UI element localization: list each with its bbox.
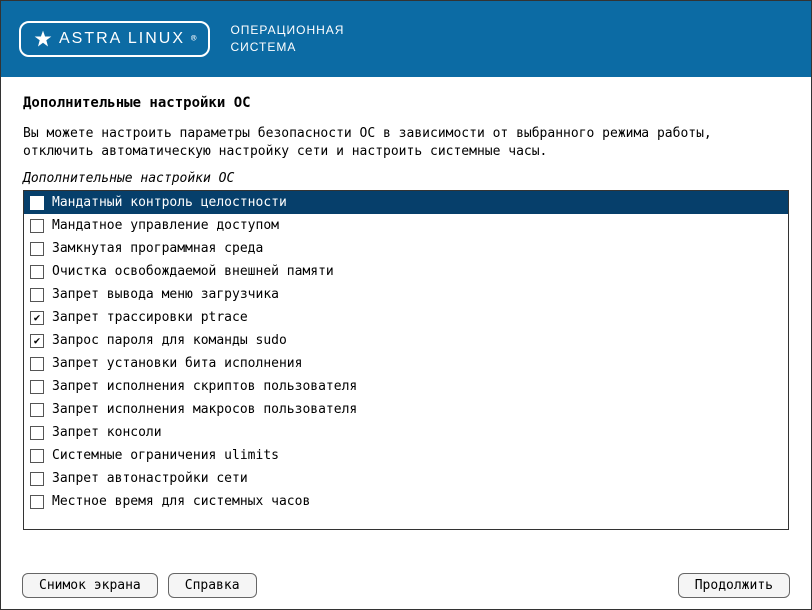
checkbox-icon[interactable] (30, 472, 44, 486)
option-label: Местное время для системных часов (52, 494, 310, 509)
options-list: Мандатный контроль целостности Мандатное … (23, 190, 789, 530)
registered-icon: ® (191, 34, 196, 44)
installer-header: ASTRA LINUX ® ОПЕРАЦИОННАЯ СИСТЕМА (1, 1, 811, 77)
screenshot-button[interactable]: Снимок экрана (22, 573, 158, 598)
section-label: Дополнительные настройки ОС (23, 171, 789, 186)
help-button[interactable]: Справка (168, 573, 257, 598)
logo: ASTRA LINUX ® (19, 21, 210, 57)
option-row[interactable]: Запрет установки бита исполнения (24, 352, 788, 375)
option-label: Запрет трассировки ptrace (52, 310, 248, 325)
option-row[interactable]: Запрет трассировки ptrace (24, 306, 788, 329)
option-row[interactable]: Запрос пароля для команды sudo (24, 329, 788, 352)
checkbox-icon[interactable] (30, 495, 44, 509)
logo-text: ASTRA LINUX (59, 30, 185, 48)
option-label: Системные ограничения ulimits (52, 448, 279, 463)
checkbox-icon[interactable] (30, 449, 44, 463)
page-description: Вы можете настроить параметры безопаснос… (23, 125, 789, 161)
checkbox-icon[interactable] (30, 426, 44, 440)
checkbox-icon[interactable] (30, 196, 44, 210)
option-row[interactable]: Запрет исполнения скриптов пользователя (24, 375, 788, 398)
checkbox-icon[interactable] (30, 311, 44, 325)
option-row[interactable]: Замкнутая программная среда (24, 237, 788, 260)
option-row[interactable]: Запрет вывода меню загрузчика (24, 283, 788, 306)
checkbox-icon[interactable] (30, 242, 44, 256)
option-label: Мандатное управление доступом (52, 218, 279, 233)
checkbox-icon[interactable] (30, 380, 44, 394)
option-row[interactable]: Мандатный контроль целостности (24, 191, 788, 214)
header-title-line1: ОПЕРАЦИОННАЯ (230, 22, 344, 39)
footer: Снимок экрана Справка Продолжить (0, 560, 812, 610)
option-row[interactable]: Запрет консоли (24, 421, 788, 444)
option-label: Запрос пароля для команды sudo (52, 333, 287, 348)
option-label: Запрет установки бита исполнения (52, 356, 302, 371)
checkbox-icon[interactable] (30, 334, 44, 348)
option-label: Запрет вывода меню загрузчика (52, 287, 279, 302)
option-row[interactable]: Системные ограничения ulimits (24, 444, 788, 467)
continue-button[interactable]: Продолжить (678, 573, 790, 598)
checkbox-icon[interactable] (30, 219, 44, 233)
option-row[interactable]: Местное время для системных часов (24, 490, 788, 513)
option-label: Запрет автонастройки сети (52, 471, 248, 486)
header-title-line2: СИСТЕМА (230, 39, 344, 56)
option-label: Мандатный контроль целостности (52, 195, 287, 210)
checkbox-icon[interactable] (30, 265, 44, 279)
option-label: Запрет консоли (52, 425, 162, 440)
option-label: Запрет исполнения макросов пользователя (52, 402, 357, 417)
option-label: Замкнутая программная среда (52, 241, 263, 256)
checkbox-icon[interactable] (30, 288, 44, 302)
checkbox-icon[interactable] (30, 403, 44, 417)
option-row[interactable]: Мандатное управление доступом (24, 214, 788, 237)
option-row[interactable]: Очистка освобождаемой внешней памяти (24, 260, 788, 283)
option-row[interactable]: Запрет исполнения макросов пользователя (24, 398, 788, 421)
option-label: Очистка освобождаемой внешней памяти (52, 264, 334, 279)
checkbox-icon[interactable] (30, 357, 44, 371)
option-label: Запрет исполнения скриптов пользователя (52, 379, 357, 394)
content-area: Дополнительные настройки ОС Вы можете на… (1, 77, 811, 540)
option-row[interactable]: Запрет автонастройки сети (24, 467, 788, 490)
page-title: Дополнительные настройки ОС (23, 95, 789, 111)
star-icon (33, 29, 53, 49)
header-title: ОПЕРАЦИОННАЯ СИСТЕМА (230, 22, 344, 56)
